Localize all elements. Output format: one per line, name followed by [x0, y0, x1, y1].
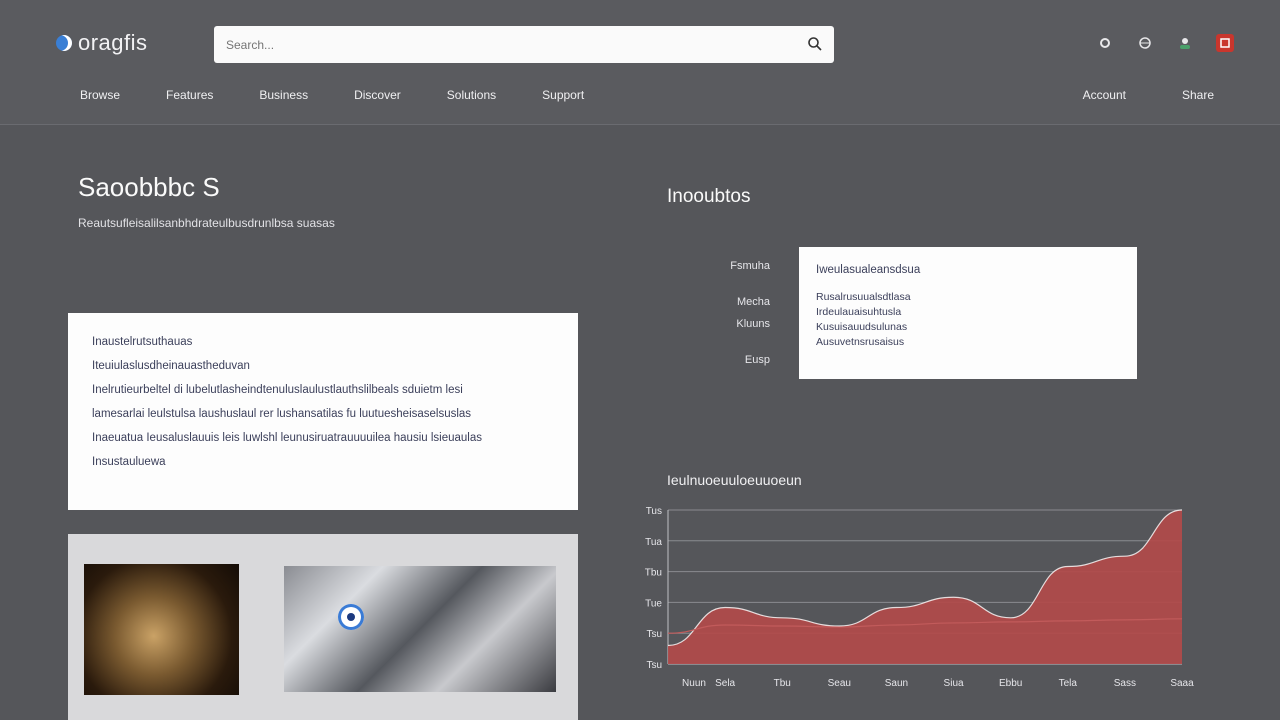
nav-item-account[interactable]: Account	[1083, 88, 1126, 102]
nav-item-business[interactable]: Business	[259, 88, 308, 102]
card-line: Iteuiulaslusdheinauastheduvan	[92, 360, 250, 372]
nav-item-browse[interactable]: Browse	[80, 88, 120, 102]
page-title: Saoobbbc S	[78, 172, 220, 202]
notifications-icon[interactable]	[1216, 34, 1234, 52]
logo-icon	[56, 35, 72, 51]
info-card-heading: Iweulasualeansdsua	[816, 264, 921, 276]
details-label: Fsmuha	[730, 260, 770, 272]
x-tick-label: Seau	[828, 678, 851, 689]
info-card-item: Kusuisauudsulunas	[816, 321, 908, 333]
x-tick-label: Siua	[944, 678, 964, 689]
x-tick-label: Ebbu	[999, 678, 1022, 689]
nav-item-share[interactable]: Share	[1182, 88, 1214, 102]
x-tick-label: Sass	[1114, 678, 1136, 689]
card-line: Inelrutieurbeltel di lubelutlasheindtenu…	[92, 384, 463, 396]
y-tick-label: Tua	[645, 537, 662, 548]
x-tick-label: Tela	[1059, 678, 1078, 689]
search-input[interactable]	[224, 34, 788, 56]
content-card: Inaustelrutsuthauas Iteuiulaslusdheinaua…	[68, 313, 578, 510]
details-label: Eusp	[744, 354, 770, 366]
card-heading: Inaustelrutsuthauas	[92, 336, 193, 348]
nav-item-features[interactable]: Features	[166, 88, 213, 102]
info-card: Iweulasualeansdsua Rusalrusuualsdtlasa I…	[799, 247, 1137, 379]
x-tick-label: Sela	[715, 678, 735, 689]
y-tick-label: Tsu	[646, 660, 662, 671]
card-link[interactable]: Insustauluewa	[92, 455, 554, 469]
settings-icon[interactable]	[1096, 34, 1114, 52]
x-tick-label: Saaa	[1170, 678, 1194, 689]
x-tick-label: Saun	[885, 678, 908, 689]
details-label: Mecha	[736, 296, 770, 308]
main-nav: Browse Features Business Discover Soluti…	[80, 88, 630, 102]
photo-collage[interactable]	[84, 564, 239, 695]
area-chart: Tus Tua Tbu Tue Tsu Tsu Nuun Sela Tbu Seau Saun Siu…	[645, 506, 1194, 689]
photo-eye[interactable]	[284, 566, 556, 692]
info-card-item: Rusalrusuualsdtlasa	[816, 291, 911, 303]
y-tick-label: Tue	[645, 598, 662, 609]
y-tick-label: Tbu	[645, 568, 662, 579]
details-label: Kluuns	[736, 318, 770, 330]
app-header: oragfis Browse Features Business Discove…	[0, 0, 1280, 125]
user-icon[interactable]	[1176, 34, 1194, 52]
chart-title: Ieulnuoeuuloeuuoeun	[667, 472, 802, 488]
nav-item-solutions[interactable]: Solutions	[447, 88, 496, 102]
logo-text: oragfis	[78, 30, 148, 55]
logo[interactable]: oragfis	[56, 30, 148, 56]
info-card-item: Irdeulauaisuhtusla	[816, 306, 902, 318]
image-gallery	[68, 534, 578, 720]
info-card-item: Ausuvetnsrusaisus	[816, 336, 905, 348]
globe-icon[interactable]	[1136, 34, 1154, 52]
header-icons	[1096, 34, 1234, 52]
x-tick-label: Nuun	[682, 678, 706, 689]
y-tick-label: Tus	[646, 506, 662, 517]
x-tick-label: Tbu	[774, 678, 791, 689]
card-line: lamesarlai leulstulsa laushuslaul rer lu…	[92, 408, 472, 420]
search-icon[interactable]	[806, 35, 824, 53]
secondary-nav: Account Share	[1083, 88, 1214, 102]
nav-item-discover[interactable]: Discover	[354, 88, 401, 102]
eye-icon	[338, 604, 364, 630]
nav-item-support[interactable]: Support	[542, 88, 584, 102]
page-subtitle: Reautsufleisalilsanbhdrateulbusdrunlbsa …	[78, 216, 335, 230]
search-bar[interactable]	[214, 26, 834, 63]
details-title: Inooubtos	[667, 186, 751, 207]
y-tick-label: Tsu	[646, 629, 662, 640]
card-line: Inaeuatua Ieusaluslauuis leis luwlshl le…	[92, 432, 482, 444]
area-series	[668, 510, 1182, 664]
